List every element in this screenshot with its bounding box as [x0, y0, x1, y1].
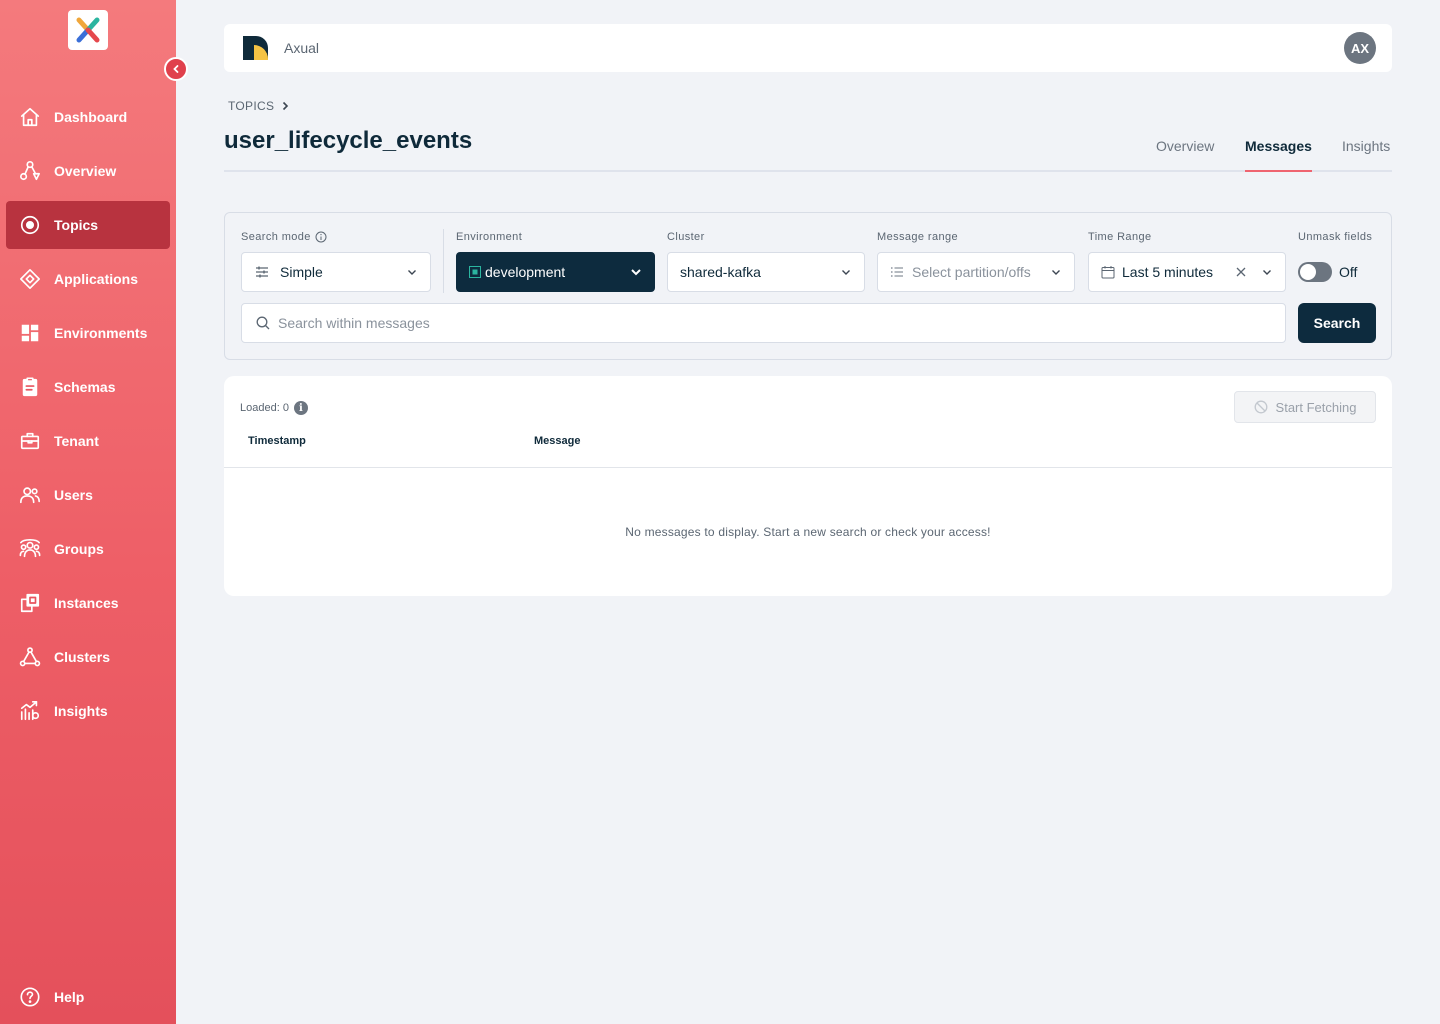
clusters-icon	[18, 645, 42, 669]
search-mode-label: Search mode	[241, 231, 327, 243]
sidebar-item-label: Applications	[54, 271, 139, 287]
empty-state-message: No messages to display. Start a new sear…	[625, 525, 991, 539]
column-header-message[interactable]: Message	[534, 435, 580, 447]
info-outline-icon[interactable]	[315, 231, 327, 243]
chevron-down-icon	[1052, 270, 1060, 275]
chevron-right-icon	[283, 101, 289, 111]
instances-icon	[18, 591, 42, 615]
insights-icon	[18, 699, 42, 723]
chevron-left-icon	[173, 65, 179, 73]
time-range-select[interactable]: Last 5 minutes	[1088, 252, 1286, 292]
environments-icon	[18, 321, 42, 345]
sidebar-item-applications[interactable]: Applications	[6, 255, 170, 303]
sidebar-item-help[interactable]: Help	[6, 973, 170, 1021]
unmask-fields-toggle[interactable]	[1298, 262, 1332, 282]
sidebar-item-schemas[interactable]: Schemas	[6, 363, 170, 411]
messages-results-panel: Loaded: 0 i Start Fetching Timestamp Mes…	[224, 376, 1392, 596]
message-range-label: Message range	[877, 231, 959, 243]
start-fetching-button[interactable]: Start Fetching	[1234, 391, 1376, 423]
unmask-fields-label: Unmask fields	[1298, 231, 1373, 243]
environment-select[interactable]: development	[456, 252, 655, 292]
brand-logo-icon	[243, 36, 268, 60]
toggle-knob	[1300, 264, 1316, 280]
column-header-timestamp[interactable]: Timestamp	[248, 435, 306, 447]
cluster-label: Cluster	[667, 231, 705, 243]
tab-insights[interactable]: Insights	[1342, 138, 1390, 172]
environment-badge-icon	[469, 266, 481, 278]
sidebar-item-label: Topics	[54, 217, 99, 233]
chevron-down-icon	[408, 270, 416, 275]
sidebar-item-groups[interactable]: Groups	[6, 525, 170, 573]
unmask-fields-state: Off	[1339, 264, 1358, 280]
sidebar-item-overview[interactable]: Overview	[6, 147, 170, 195]
message-filter-panel: Search mode Simple Environment developme…	[224, 212, 1392, 360]
help-icon	[18, 985, 42, 1009]
tenant-icon	[18, 429, 42, 453]
filter-divider	[443, 229, 444, 293]
groups-icon	[18, 537, 42, 561]
users-icon	[18, 483, 42, 507]
message-search-input[interactable]: Search within messages	[241, 303, 1286, 343]
cluster-select[interactable]: shared-kafka	[667, 252, 865, 292]
sidebar-item-instances[interactable]: Instances	[6, 579, 170, 627]
search-button[interactable]: Search	[1298, 303, 1376, 343]
table-header-divider	[224, 467, 1392, 468]
axual-logo-icon	[76, 17, 100, 43]
sidebar-item-label: Tenant	[54, 433, 99, 449]
sidebar-item-label: Dashboard	[54, 109, 128, 125]
search-icon	[256, 316, 270, 330]
disabled-icon	[1254, 400, 1267, 414]
sidebar-item-label: Overview	[54, 163, 117, 179]
breadcrumb: TOPICS	[228, 99, 290, 113]
sidebar-item-tenant[interactable]: Tenant	[6, 417, 170, 465]
info-icon[interactable]: i	[293, 401, 308, 415]
avatar[interactable]: AX	[1344, 32, 1376, 64]
search-mode-select[interactable]: Simple	[241, 252, 431, 292]
sidebar-item-label: Environments	[54, 325, 148, 341]
overview-icon	[18, 159, 42, 183]
home-icon	[18, 105, 42, 129]
chevron-down-icon	[1263, 270, 1271, 275]
sidebar-item-users[interactable]: Users	[6, 471, 170, 519]
tab-messages[interactable]: Messages	[1245, 138, 1312, 172]
sidebar: Dashboard Overview Topics Applications E…	[0, 0, 188, 1024]
sidebar-item-environments[interactable]: Environments	[6, 309, 170, 357]
schemas-icon	[18, 375, 42, 399]
clear-icon[interactable]	[1235, 266, 1247, 278]
loaded-count: Loaded: 0 i	[240, 401, 308, 415]
chevron-down-icon	[842, 270, 850, 275]
chevron-down-icon	[631, 269, 641, 276]
topics-icon	[18, 213, 42, 237]
message-range-select[interactable]: Select partition/offs	[877, 252, 1075, 292]
sidebar-item-label: Users	[54, 487, 93, 503]
page-title: user_lifecycle_events	[224, 127, 473, 154]
brand-name: Axual	[284, 40, 320, 56]
sliders-icon	[256, 266, 268, 278]
sidebar-item-insights[interactable]: Insights	[6, 687, 170, 735]
time-range-label: Time Range	[1088, 231, 1152, 243]
sidebar-item-label: Groups	[54, 541, 104, 557]
breadcrumb-topics-link[interactable]: TOPICS	[228, 99, 274, 113]
list-icon	[890, 267, 903, 277]
applications-icon	[18, 267, 42, 291]
collapse-sidebar-button[interactable]	[164, 57, 188, 81]
sidebar-item-clusters[interactable]: Clusters	[6, 633, 170, 681]
app-logo[interactable]	[68, 10, 108, 50]
sidebar-item-label: Instances	[54, 595, 119, 611]
tab-overview[interactable]: Overview	[1156, 138, 1214, 172]
sidebar-item-label: Schemas	[54, 379, 116, 395]
sidebar-item-label: Clusters	[54, 649, 111, 665]
sidebar-item-dashboard[interactable]: Dashboard	[6, 93, 170, 141]
environment-label: Environment	[456, 231, 523, 243]
calendar-icon	[1101, 266, 1115, 279]
top-bar: Axual AX	[224, 24, 1392, 72]
sidebar-item-topics[interactable]: Topics	[6, 201, 170, 249]
sidebar-item-label: Help	[54, 989, 85, 1005]
sidebar-item-label: Insights	[54, 703, 108, 719]
